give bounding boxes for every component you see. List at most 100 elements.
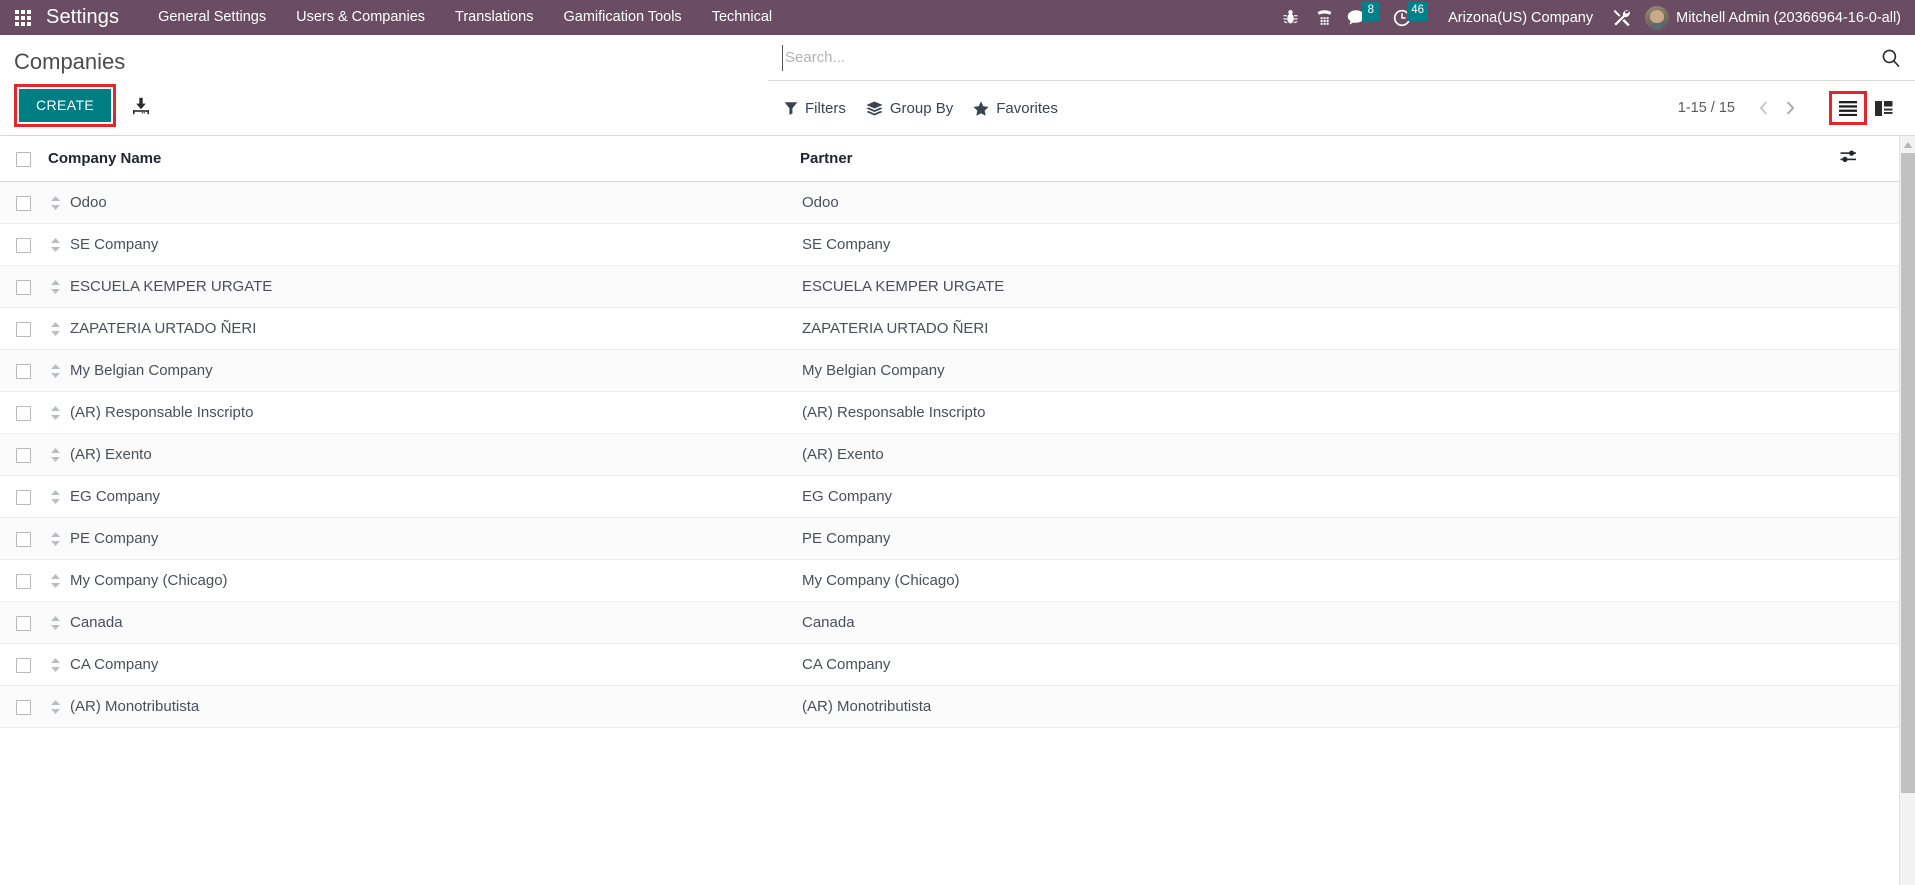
row-sort-handle-icon[interactable] bbox=[50, 405, 61, 421]
row-sort-handle-icon[interactable] bbox=[50, 321, 61, 337]
row-sort-handle-icon[interactable] bbox=[50, 615, 61, 631]
row-sort-handle-icon[interactable] bbox=[50, 195, 61, 211]
row-checkbox[interactable] bbox=[16, 573, 31, 589]
table-row[interactable]: Odoo Odoo bbox=[0, 181, 1899, 224]
partner-text: (AR) Responsable Inscripto bbox=[802, 404, 986, 421]
cell-partner[interactable]: ZAPATERIA URTADO ÑERI bbox=[800, 307, 1840, 350]
row-checkbox[interactable] bbox=[16, 615, 31, 631]
column-options-icon[interactable] bbox=[1840, 136, 1899, 182]
table-row[interactable]: My Belgian Company My Belgian Company bbox=[0, 349, 1899, 392]
apps-grid-icon[interactable] bbox=[0, 0, 46, 35]
cell-partner[interactable]: Canada bbox=[800, 601, 1840, 644]
row-checkbox[interactable] bbox=[16, 279, 31, 295]
pager-previous-button[interactable] bbox=[1751, 95, 1777, 121]
bug-icon[interactable] bbox=[1273, 0, 1307, 35]
table-row[interactable]: SE Company SE Company bbox=[0, 223, 1899, 266]
row-sort-handle-icon[interactable] bbox=[50, 699, 61, 715]
scroll-up-arrow-icon[interactable] bbox=[1900, 136, 1915, 153]
scrollbar-thumb[interactable] bbox=[1901, 153, 1915, 793]
row-checkbox[interactable] bbox=[16, 363, 31, 379]
kanban-view-icon[interactable] bbox=[1867, 93, 1901, 123]
row-sort-handle-icon[interactable] bbox=[50, 573, 61, 589]
search-input[interactable] bbox=[782, 44, 1871, 71]
row-sort-handle-icon[interactable] bbox=[50, 363, 61, 379]
row-sort-handle-icon[interactable] bbox=[50, 657, 61, 673]
column-header-partner[interactable]: Partner bbox=[800, 136, 1840, 182]
menu-gamification-tools[interactable]: Gamification Tools bbox=[548, 0, 696, 35]
column-header-company-name[interactable]: Company Name bbox=[48, 136, 800, 182]
row-checkbox[interactable] bbox=[16, 321, 31, 337]
row-checkbox[interactable] bbox=[16, 699, 31, 715]
table-row[interactable]: ZAPATERIA URTADO ÑERI ZAPATERIA URTADO ÑE… bbox=[0, 307, 1899, 350]
cell-partner[interactable]: ESCUELA KEMPER URGATE bbox=[800, 265, 1840, 308]
row-sort-handle-icon[interactable] bbox=[50, 531, 61, 547]
activities-icon[interactable]: 46 bbox=[1387, 0, 1436, 35]
menu-users-companies[interactable]: Users & Companies bbox=[281, 0, 440, 35]
cell-company-name[interactable]: Canada bbox=[48, 601, 800, 644]
table-row[interactable]: (AR) Responsable Inscripto (AR) Responsab… bbox=[0, 391, 1899, 434]
cell-company-name[interactable]: (AR) Monotributista bbox=[48, 685, 800, 728]
row-checkbox[interactable] bbox=[16, 657, 31, 673]
cell-partner[interactable]: My Belgian Company bbox=[800, 349, 1840, 392]
table-row[interactable]: (AR) Monotributista (AR) Monotributista bbox=[0, 685, 1899, 728]
app-brand-settings[interactable]: Settings bbox=[46, 6, 119, 29]
menu-technical[interactable]: Technical bbox=[697, 0, 787, 35]
row-select-cell bbox=[0, 391, 48, 434]
row-sort-handle-icon[interactable] bbox=[50, 237, 61, 253]
cell-partner[interactable]: My Company (Chicago) bbox=[800, 559, 1840, 602]
cell-company-name[interactable]: SE Company bbox=[48, 223, 800, 266]
user-menu[interactable]: Mitchell Admin (20366964-16-0-all) bbox=[1639, 5, 1905, 30]
cell-company-name[interactable]: (AR) Exento bbox=[48, 433, 800, 476]
cell-partner[interactable]: (AR) Monotributista bbox=[800, 685, 1840, 728]
cell-partner[interactable]: CA Company bbox=[800, 643, 1840, 686]
row-checkbox[interactable] bbox=[16, 195, 31, 211]
cell-partner[interactable]: SE Company bbox=[800, 223, 1840, 266]
cell-company-name[interactable]: Odoo bbox=[48, 181, 800, 224]
table-row[interactable]: My Company (Chicago) My Company (Chicago) bbox=[0, 559, 1899, 602]
menu-general-settings[interactable]: General Settings bbox=[143, 0, 281, 35]
import-icon[interactable] bbox=[132, 97, 150, 115]
messages-icon[interactable]: 8 bbox=[1341, 0, 1387, 35]
table-row[interactable]: EG Company EG Company bbox=[0, 475, 1899, 518]
cell-company-name[interactable]: ZAPATERIA URTADO ÑERI bbox=[48, 307, 800, 350]
table-row[interactable]: CA Company CA Company bbox=[0, 643, 1899, 686]
select-all-checkbox[interactable] bbox=[16, 151, 31, 167]
cell-company-name[interactable]: (AR) Responsable Inscripto bbox=[48, 391, 800, 434]
cell-partner[interactable]: EG Company bbox=[800, 475, 1840, 518]
row-checkbox[interactable] bbox=[16, 531, 31, 547]
cell-company-name[interactable]: EG Company bbox=[48, 475, 800, 518]
cell-company-name[interactable]: ESCUELA KEMPER URGATE bbox=[48, 265, 800, 308]
cell-partner[interactable]: (AR) Exento bbox=[800, 433, 1840, 476]
search-icon[interactable] bbox=[1871, 48, 1901, 68]
row-checkbox[interactable] bbox=[16, 489, 31, 505]
cell-company-name[interactable]: CA Company bbox=[48, 643, 800, 686]
table-row[interactable]: ESCUELA KEMPER URGATE ESCUELA KEMPER URGA… bbox=[0, 265, 1899, 308]
table-row[interactable]: PE Company PE Company bbox=[0, 517, 1899, 560]
row-sort-handle-icon[interactable] bbox=[50, 279, 61, 295]
row-sort-handle-icon[interactable] bbox=[50, 447, 61, 463]
filters-button[interactable]: Filters bbox=[774, 94, 856, 123]
tools-icon[interactable] bbox=[1605, 0, 1639, 35]
active-company-selector[interactable]: Arizona(US) Company bbox=[1436, 10, 1605, 26]
group-by-button[interactable]: Group By bbox=[856, 94, 963, 123]
row-checkbox[interactable] bbox=[16, 405, 31, 421]
create-button[interactable]: CREATE bbox=[19, 89, 112, 122]
pager-next-button[interactable] bbox=[1777, 95, 1803, 121]
cell-company-name[interactable]: PE Company bbox=[48, 517, 800, 560]
row-sort-handle-icon[interactable] bbox=[50, 489, 61, 505]
row-checkbox[interactable] bbox=[16, 237, 31, 253]
menu-translations[interactable]: Translations bbox=[440, 0, 548, 35]
list-view-icon[interactable] bbox=[1829, 91, 1867, 125]
cell-company-name[interactable]: My Belgian Company bbox=[48, 349, 800, 392]
cell-company-name[interactable]: My Company (Chicago) bbox=[48, 559, 800, 602]
row-checkbox[interactable] bbox=[16, 447, 31, 463]
cell-partner[interactable]: Odoo bbox=[800, 181, 1840, 224]
cell-partner[interactable]: PE Company bbox=[800, 517, 1840, 560]
table-row[interactable]: Canada Canada bbox=[0, 601, 1899, 644]
companies-table: Company Name Partner Odoo Odoo SE Company S… bbox=[0, 136, 1899, 728]
favorites-button[interactable]: Favorites bbox=[963, 94, 1068, 123]
vertical-scrollbar[interactable] bbox=[1899, 136, 1915, 885]
dialpad-icon[interactable] bbox=[1307, 0, 1341, 35]
cell-partner[interactable]: (AR) Responsable Inscripto bbox=[800, 391, 1840, 434]
table-row[interactable]: (AR) Exento (AR) Exento bbox=[0, 433, 1899, 476]
